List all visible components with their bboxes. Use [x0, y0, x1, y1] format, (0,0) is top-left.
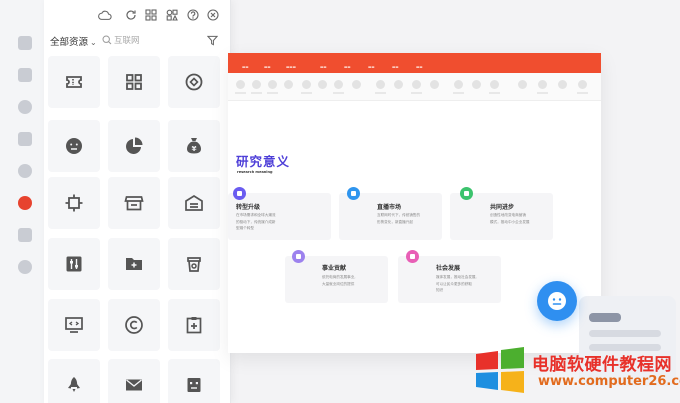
warehouse-icon	[185, 194, 203, 211]
card-text: 依托电商的发展事业, 大量就业岗位的提供	[322, 275, 356, 286]
card-text: 创造性地改变电商营销 模式，推动中小企业发展	[490, 213, 530, 224]
money-bag-icon: ¥	[187, 138, 201, 154]
icon-tile-warehouse[interactable]	[168, 177, 220, 229]
folder-add-icon	[126, 258, 142, 270]
filter-icon[interactable]	[207, 35, 218, 46]
circle-diamond-icon	[185, 73, 203, 91]
slide-heading: 研究意义	[236, 154, 291, 169]
pie-chart-icon[interactable]	[18, 164, 32, 178]
icon-tile-trash-can[interactable]	[168, 238, 220, 290]
equalizer-icon	[66, 256, 82, 272]
palette-icon[interactable]	[18, 100, 32, 114]
card-icon	[460, 187, 473, 200]
icon-tile-equalizer[interactable]	[48, 238, 100, 290]
card-text: 在市场需求和全球大潮流 的驱动下，传统媒介成新 型媒个转型	[236, 213, 276, 230]
trash-can-icon	[187, 257, 201, 272]
icon-tile-money-bag[interactable]: ¥	[168, 120, 220, 172]
table-icon[interactable]	[18, 132, 32, 146]
chevron-down-icon: ⌄	[90, 38, 97, 47]
search-icon	[102, 35, 112, 45]
icon-tile-copyright[interactable]	[108, 299, 160, 351]
menu-item: ▬▬	[320, 65, 327, 69]
card-text: 互联网时代下，传统销售的 形势变化，新直播兴起	[377, 213, 421, 224]
scope-dropdown[interactable]: 全部资源 ⌄	[50, 34, 97, 48]
icon-tile-circle-diamond[interactable]	[168, 56, 220, 108]
menu-item: ▬▬▬	[286, 65, 296, 69]
card-title: 直播市场	[377, 204, 402, 211]
icon-tile-ticket[interactable]	[48, 56, 100, 108]
smiley-face-icon	[548, 292, 566, 310]
icon-tile-face[interactable]	[48, 120, 100, 172]
compass-icon[interactable]	[18, 260, 32, 274]
scope-label: 全部资源	[50, 37, 89, 48]
icon-library-panel: 全部资源⌄ ¥	[44, 0, 231, 403]
crosshair-frame-icon	[65, 194, 83, 212]
image-icon[interactable]	[18, 228, 32, 242]
face-icon	[66, 138, 82, 154]
icon-tile-envelope[interactable]	[108, 359, 160, 403]
icon-tile-robot[interactable]	[168, 359, 220, 403]
card-title: 社会发展	[436, 265, 461, 272]
clipboard-add-icon	[186, 317, 202, 334]
windows-logo-icon	[476, 347, 524, 393]
camera-icon[interactable]	[18, 36, 32, 50]
slide-subheading: research meaning	[237, 170, 273, 174]
storefront-icon	[124, 196, 144, 211]
left-rail	[0, 0, 44, 403]
icon-tile-folder-add[interactable]	[108, 238, 160, 290]
ticket-icon	[66, 76, 82, 88]
card-icon	[406, 250, 419, 263]
card-icon	[347, 187, 360, 200]
chat-line	[589, 330, 661, 337]
icon-tile-storefront[interactable]	[108, 177, 160, 229]
icon-tile-crosshair-frame[interactable]	[48, 177, 100, 229]
robot-icon	[187, 378, 201, 392]
card-text: 媒体发展，推动社会发展, 可以让民众更多的获取 知识	[436, 275, 477, 292]
refresh-icon[interactable]	[125, 9, 137, 21]
grid-view-icon[interactable]	[145, 9, 157, 21]
monitor-code-icon	[65, 317, 83, 333]
icon-tile-monitor-code[interactable]	[48, 299, 100, 351]
watermark-title: 电脑软硬件教程网	[532, 355, 672, 375]
icon-tile-rocket[interactable]	[48, 359, 100, 403]
menu-item: ▬▬	[368, 65, 375, 69]
menu-item: ▬▬	[242, 65, 249, 69]
menu-item: ▬▬	[416, 65, 423, 69]
menu-item: ▬▬	[344, 65, 351, 69]
card-icon	[233, 187, 246, 200]
menu-item: ▬▬	[264, 65, 271, 69]
help-icon[interactable]	[187, 9, 199, 21]
card-icon	[292, 250, 305, 263]
icon-tile-four-squares[interactable]	[108, 56, 160, 108]
menu-item: ▬▬	[392, 65, 399, 69]
lightbulb-icon[interactable]	[18, 196, 32, 210]
card-title: 转型升级	[236, 204, 261, 211]
shape-library-icon[interactable]	[166, 9, 178, 21]
copyright-icon	[125, 316, 143, 334]
icon-tile-pie-chart[interactable]	[108, 120, 160, 172]
icon-tile-clipboard-add[interactable]	[168, 299, 220, 351]
app-titlebar: ▬▬ ▬▬ ▬▬▬ ▬▬ ▬▬ ▬▬ ▬▬ ▬▬	[228, 53, 601, 73]
envelope-icon	[126, 379, 142, 391]
cloud-icon[interactable]	[98, 9, 112, 21]
card-title: 事业贡献	[322, 265, 347, 272]
watermark-url: www.computer26.com	[538, 374, 680, 389]
chat-button[interactable]	[537, 281, 577, 321]
four-squares-icon	[126, 74, 142, 90]
chat-line	[589, 313, 621, 322]
ribbon-toolbar	[228, 73, 601, 101]
pie-chart-icon	[126, 137, 143, 154]
rocket-icon	[68, 377, 80, 392]
filter-row: 全部资源 ⌄	[44, 32, 230, 50]
search-input[interactable]	[114, 33, 194, 48]
svg-text:¥: ¥	[192, 145, 197, 153]
video-icon[interactable]	[18, 68, 32, 82]
panel-toolbar	[44, 0, 230, 30]
card-title: 共同进步	[490, 204, 515, 211]
close-icon[interactable]	[207, 9, 219, 21]
